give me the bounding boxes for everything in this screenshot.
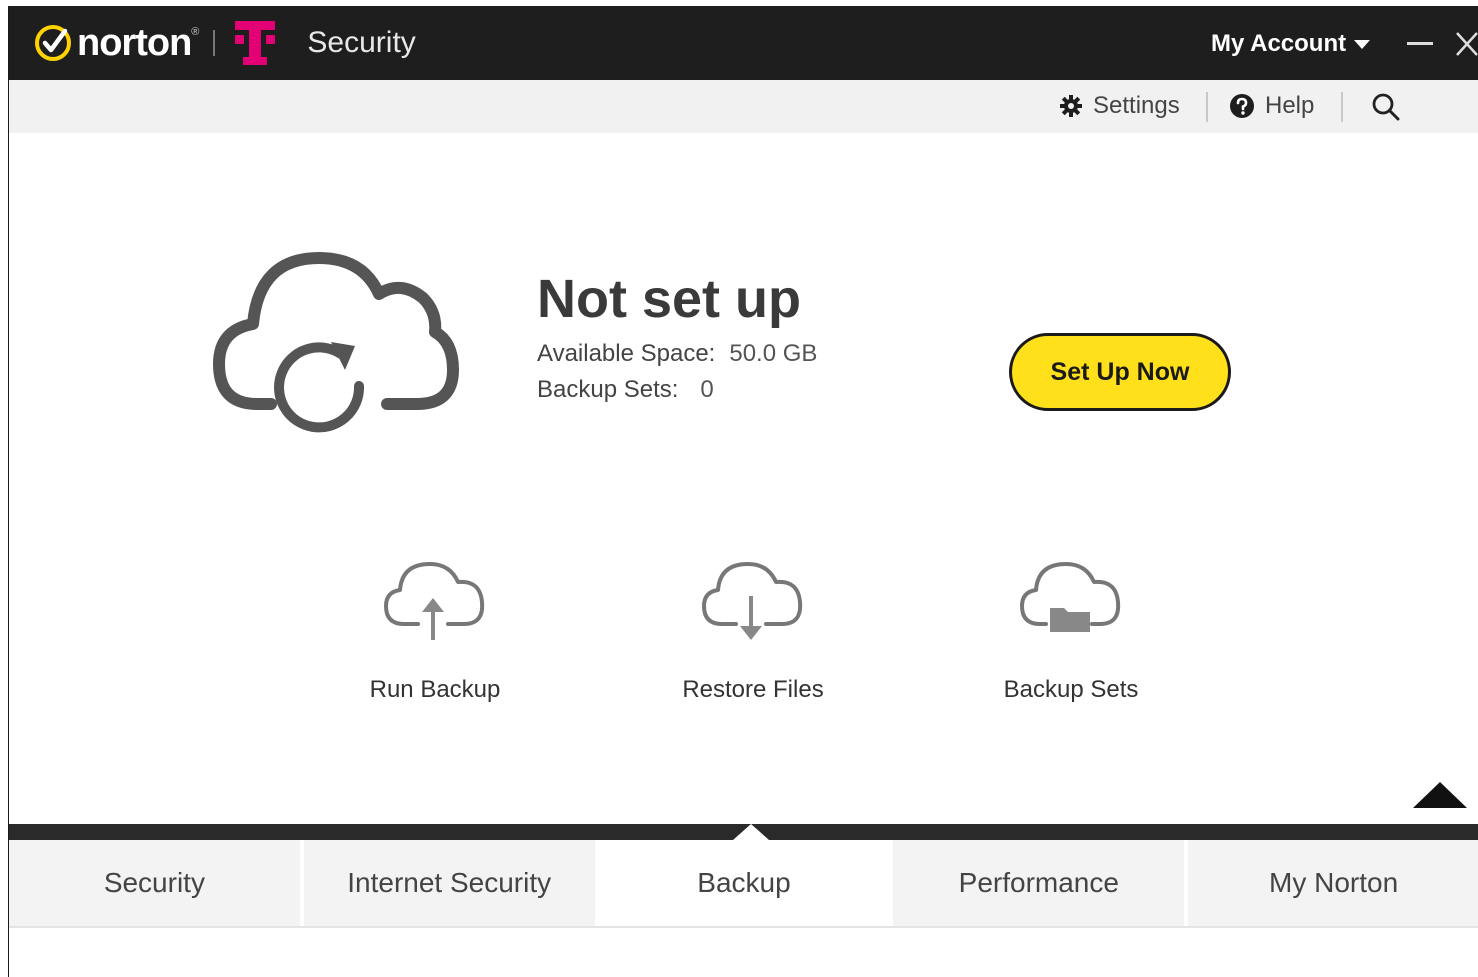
active-tab-indicator <box>733 824 769 840</box>
gear-icon <box>1060 95 1082 117</box>
help-label: Help <box>1265 92 1315 119</box>
help-button[interactable]: Help <box>1229 92 1314 120</box>
chevron-down-icon <box>1354 39 1371 49</box>
cloud-folder-icon <box>1020 562 1121 632</box>
main-tabs: Security Internet Security Backup Perfor… <box>9 840 1478 928</box>
my-account-label: My Account <box>1211 30 1347 57</box>
restore-files-label: Restore Files <box>682 676 824 703</box>
restore-files-action[interactable]: Restore Files <box>653 556 853 704</box>
run-backup-label: Run Backup <box>369 676 501 703</box>
norton-check-icon <box>35 25 71 61</box>
collapse-panel-arrow-icon[interactable] <box>1413 782 1467 808</box>
toolbar: Settings Help <box>9 80 1478 133</box>
title-bar: norton ® Security My Account <box>9 6 1478 80</box>
tab-security[interactable]: Security <box>9 840 304 926</box>
my-account-menu[interactable]: My Account <box>1211 30 1371 58</box>
search-icon <box>1372 93 1400 121</box>
t-mobile-logo-icon <box>235 21 276 65</box>
tab-my-norton[interactable]: My Norton <box>1188 840 1478 926</box>
available-space-label: Available Space: <box>537 340 716 367</box>
backup-sets-label: Backup Sets <box>1003 676 1139 703</box>
available-space-value: 50.0 GB <box>729 340 818 367</box>
backup-sets-action[interactable]: Backup Sets <box>971 556 1171 704</box>
set-up-now-button[interactable]: Set Up Now <box>1009 333 1231 411</box>
brand-divider <box>213 30 216 56</box>
settings-label: Settings <box>1093 92 1180 119</box>
backup-sets-count: Backup Sets: 0 <box>537 376 714 404</box>
product-name: Security <box>307 26 416 59</box>
app-window: norton ® Security My Account Settings He… <box>8 6 1478 977</box>
brand: norton ® Security <box>33 20 416 66</box>
brand-name: norton <box>77 21 192 64</box>
tab-internet-security[interactable]: Internet Security <box>303 840 599 926</box>
available-space: Available Space: 50.0 GB <box>537 340 817 368</box>
registered-mark: ® <box>191 26 200 38</box>
backup-sets-value: 0 <box>700 376 714 403</box>
minimize-button[interactable] <box>1407 42 1433 45</box>
backup-sets-label: Backup Sets: <box>537 376 679 403</box>
cloud-backup-icon <box>213 252 459 433</box>
cloud-upload-icon <box>384 562 485 640</box>
tab-backup[interactable]: Backup <box>598 840 894 926</box>
toolbar-divider <box>1341 92 1343 122</box>
run-backup-action[interactable]: Run Backup <box>335 556 535 704</box>
search-button[interactable] <box>1371 92 1411 122</box>
status-title: Not set up <box>537 269 801 329</box>
cloud-download-icon <box>702 562 803 640</box>
settings-button[interactable]: Settings <box>1059 92 1180 120</box>
help-icon <box>1230 94 1254 118</box>
tab-performance[interactable]: Performance <box>893 840 1189 926</box>
toolbar-divider <box>1206 92 1208 122</box>
close-icon[interactable] <box>1455 30 1478 58</box>
